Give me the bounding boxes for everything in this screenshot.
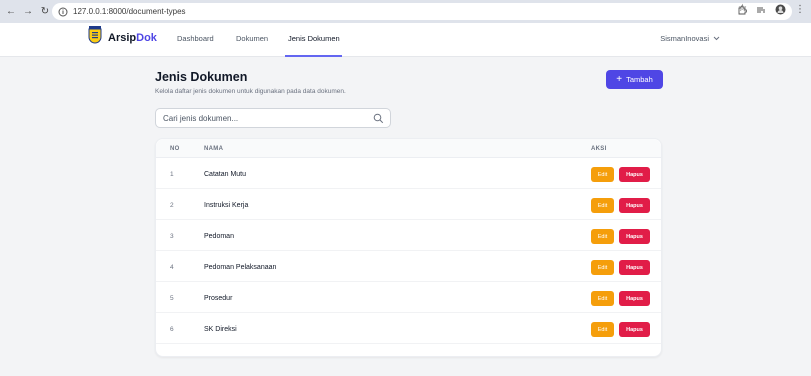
row-name: Pedoman Pelaksanaan bbox=[204, 264, 277, 271]
add-button[interactable]: + Tambah bbox=[606, 70, 663, 89]
nav-dashboard[interactable]: Dashboard bbox=[177, 34, 214, 43]
header-aksi: AKSI bbox=[591, 146, 607, 152]
edit-button[interactable]: Edit bbox=[591, 167, 614, 182]
app-navbar: ArsipDok Dashboard Dokumen Jenis Dokumen… bbox=[0, 23, 811, 57]
table-row: 4 Pedoman Pelaksanaan Edit Hapus bbox=[156, 251, 661, 282]
active-nav-indicator bbox=[285, 55, 342, 57]
delete-button[interactable]: Hapus bbox=[619, 167, 650, 182]
row-number: 6 bbox=[170, 326, 174, 333]
plus-icon: + bbox=[616, 73, 623, 85]
page-subtitle: Kelola daftar jenis dokumen untuk diguna… bbox=[155, 88, 346, 95]
user-name: SismanInovasi bbox=[660, 34, 709, 43]
edit-button[interactable]: Edit bbox=[591, 198, 614, 213]
reload-icon[interactable]: ↻ bbox=[38, 5, 52, 19]
row-name: Pedoman bbox=[204, 233, 234, 240]
address-bar[interactable]: 127.0.0.1:8000/document-types bbox=[52, 3, 792, 20]
user-menu[interactable]: SismanInovasi bbox=[660, 34, 720, 43]
edit-button[interactable]: Edit bbox=[591, 322, 614, 337]
nav-dokumen[interactable]: Dokumen bbox=[236, 34, 268, 43]
brand-main: Arsip bbox=[108, 32, 137, 44]
brand-name[interactable]: ArsipDok bbox=[108, 32, 157, 44]
brand-accent: Dok bbox=[136, 32, 157, 44]
logo-icon bbox=[88, 26, 102, 44]
header-no: NO bbox=[170, 146, 180, 152]
row-name: Catatan Mutu bbox=[204, 171, 247, 178]
edit-button[interactable]: Edit bbox=[591, 229, 614, 244]
table-row: 5 Prosedur Edit Hapus bbox=[156, 282, 661, 313]
row-name: Instruksi Kerja bbox=[204, 202, 249, 209]
page-title: Jenis Dokumen bbox=[155, 70, 248, 84]
chevron-down-icon bbox=[713, 36, 720, 41]
table-header: NO NAMA AKSI bbox=[156, 139, 661, 158]
url-text[interactable]: 127.0.0.1:8000/document-types bbox=[73, 7, 186, 16]
browser-toolbar: ← → ↻ 127.0.0.1:8000/document-types ☆ ⋮ bbox=[0, 0, 811, 23]
delete-button[interactable]: Hapus bbox=[619, 260, 650, 275]
table-row: 2 Instruksi Kerja Edit Hapus bbox=[156, 189, 661, 220]
site-info-icon[interactable] bbox=[57, 6, 69, 18]
chrome-menu-icon[interactable]: ⋮ bbox=[795, 4, 805, 15]
header-nama: NAMA bbox=[204, 146, 224, 152]
row-number: 5 bbox=[170, 295, 174, 302]
row-number: 3 bbox=[170, 233, 174, 240]
add-button-label: Tambah bbox=[626, 75, 653, 84]
edit-button[interactable]: Edit bbox=[591, 260, 614, 275]
media-controls-icon[interactable] bbox=[756, 5, 766, 15]
forward-icon[interactable]: → bbox=[21, 5, 35, 19]
delete-button[interactable]: Hapus bbox=[619, 322, 650, 337]
search-placeholder: Cari jenis dokumen... bbox=[163, 114, 239, 123]
row-name: SK Direksi bbox=[204, 326, 237, 333]
edit-button[interactable]: Edit bbox=[591, 291, 614, 306]
table-row: 3 Pedoman Edit Hapus bbox=[156, 220, 661, 251]
back-icon[interactable]: ← bbox=[4, 5, 18, 19]
row-number: 2 bbox=[170, 202, 174, 209]
search-input[interactable]: Cari jenis dokumen... bbox=[155, 108, 391, 128]
row-number: 1 bbox=[170, 171, 174, 178]
profile-avatar-icon[interactable] bbox=[775, 4, 786, 15]
table-row: 6 SK Direksi Edit Hapus bbox=[156, 313, 661, 344]
delete-button[interactable]: Hapus bbox=[619, 198, 650, 213]
search-icon bbox=[373, 113, 384, 124]
table-row: 1 Catatan Mutu Edit Hapus bbox=[156, 158, 661, 189]
delete-button[interactable]: Hapus bbox=[619, 229, 650, 244]
row-number: 4 bbox=[170, 264, 174, 271]
delete-button[interactable]: Hapus bbox=[619, 291, 650, 306]
document-types-table: NO NAMA AKSI 1 Catatan Mutu Edit Hapus 2 Inst… bbox=[155, 138, 662, 357]
row-name: Prosedur bbox=[204, 295, 233, 302]
nav-jenis-dokumen[interactable]: Jenis Dokumen bbox=[288, 34, 340, 43]
extensions-icon[interactable] bbox=[737, 5, 747, 15]
